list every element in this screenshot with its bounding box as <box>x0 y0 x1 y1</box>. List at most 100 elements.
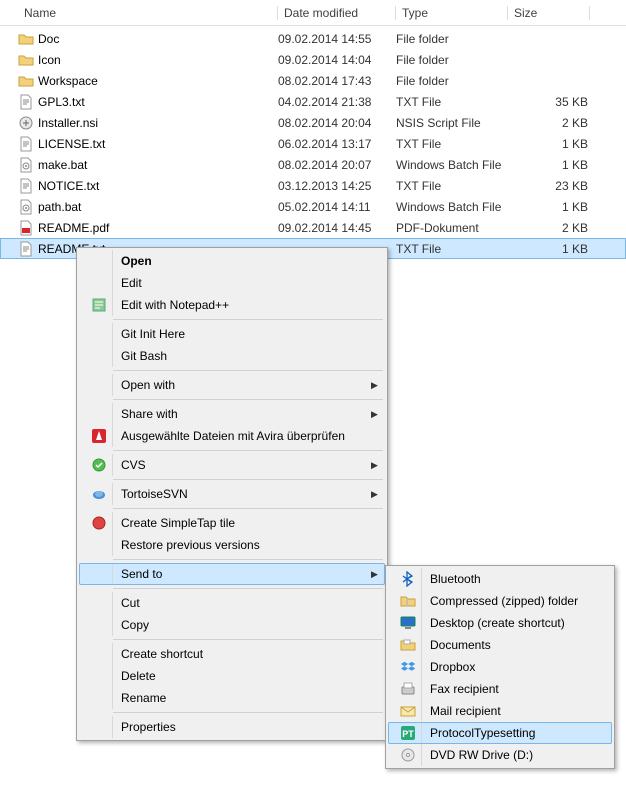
submenu-arrow-icon: ▶ <box>371 380 385 391</box>
file-type: TXT File <box>396 95 508 109</box>
column-header-type[interactable]: Type <box>396 2 508 24</box>
menu-shortcut[interactable]: Create shortcut <box>79 643 385 665</box>
menu-properties[interactable]: Properties <box>79 716 385 738</box>
file-row[interactable]: Doc09.02.2014 14:55File folder <box>0 28 626 49</box>
menu-notepadpp[interactable]: Edit with Notepad++ <box>79 294 385 316</box>
file-date: 09.02.2014 14:55 <box>278 32 396 46</box>
bat-file-icon <box>18 157 34 173</box>
file-name: GPL3.txt <box>38 95 85 109</box>
column-header-name[interactable]: Name <box>18 2 278 24</box>
column-header-row: Name Date modified Type Size <box>0 0 626 26</box>
file-size: 2 KB <box>508 116 588 130</box>
menu-cut[interactable]: Cut <box>79 592 385 614</box>
file-size: 23 KB <box>508 179 588 193</box>
file-row[interactable]: Icon 09.02.2014 14:04File folder <box>0 49 626 70</box>
dvd-icon <box>400 747 416 763</box>
file-row[interactable]: make.bat 08.02.2014 20:07Windows Batch Fi… <box>0 154 626 175</box>
file-row[interactable]: GPL3.txt 04.02.2014 21:38TXT File35 KB <box>0 91 626 112</box>
bluetooth-icon <box>400 571 416 587</box>
submenu-zip[interactable]: Compressed (zipped) folder <box>388 590 612 612</box>
menu-open-with[interactable]: Open with▶ <box>79 374 385 396</box>
submenu-arrow-icon: ▶ <box>371 460 385 471</box>
column-header-date[interactable]: Date modified <box>278 2 396 24</box>
submenu-documents[interactable]: Documents <box>388 634 612 656</box>
file-type: TXT File <box>396 242 508 256</box>
menu-edit[interactable]: Edit <box>79 272 385 294</box>
zip-folder-icon <box>400 593 416 609</box>
cvs-icon <box>91 457 107 473</box>
menu-send-to[interactable]: Send to▶ <box>79 563 385 585</box>
file-row[interactable]: LICENSE.txt 06.02.2014 13:17TXT File1 KB <box>0 133 626 154</box>
file-type: File folder <box>396 53 508 67</box>
file-size: 1 KB <box>508 158 588 172</box>
file-type: Windows Batch File <box>396 158 508 172</box>
submenu-arrow-icon: ▶ <box>371 569 385 580</box>
menu-delete[interactable]: Delete <box>79 665 385 687</box>
file-name: Icon <box>38 53 61 67</box>
column-header-size[interactable]: Size <box>508 2 590 24</box>
file-row[interactable]: NOTICE.txt 03.12.2013 14:25TXT File23 KB <box>0 175 626 196</box>
file-date: 08.02.2014 20:04 <box>278 116 396 130</box>
file-type: File folder <box>396 74 508 88</box>
nsi-file-icon <box>18 115 34 131</box>
menu-simpletap[interactable]: Create SimpleTap tile <box>79 512 385 534</box>
txt-file-icon <box>18 136 34 152</box>
file-date: 09.02.2014 14:04 <box>278 53 396 67</box>
notepadpp-icon <box>91 297 107 313</box>
file-name: LICENSE.txt <box>38 137 105 151</box>
file-type: TXT File <box>396 137 508 151</box>
submenu-dropbox[interactable]: Dropbox <box>388 656 612 678</box>
file-type: NSIS Script File <box>396 116 508 130</box>
file-name: NOTICE.txt <box>38 179 99 193</box>
file-row[interactable]: path.bat 05.02.2014 14:11Windows Batch Fi… <box>0 196 626 217</box>
file-type: PDF-Dokument <box>396 221 508 235</box>
send-to-submenu: Bluetooth Compressed (zipped) folder Des… <box>385 565 615 769</box>
file-name: README.pdf <box>38 221 109 235</box>
txt-file-icon <box>18 178 34 194</box>
pdf-file-icon <box>18 220 34 236</box>
menu-git-init[interactable]: Git Init Here <box>79 323 385 345</box>
folder-icon <box>18 73 34 89</box>
file-type: TXT File <box>396 179 508 193</box>
menu-rename[interactable]: Rename <box>79 687 385 709</box>
submenu-bluetooth[interactable]: Bluetooth <box>388 568 612 590</box>
file-date: 08.02.2014 17:43 <box>278 74 396 88</box>
file-size: 1 KB <box>508 137 588 151</box>
submenu-fax[interactable]: Fax recipient <box>388 678 612 700</box>
submenu-desktop[interactable]: Desktop (create shortcut) <box>388 612 612 634</box>
file-date: 05.02.2014 14:11 <box>278 200 396 214</box>
file-type: Windows Batch File <box>396 200 508 214</box>
menu-open[interactable]: Open <box>79 250 385 272</box>
txt-file-icon <box>18 94 34 110</box>
file-type: File folder <box>396 32 508 46</box>
menu-copy[interactable]: Copy <box>79 614 385 636</box>
documents-icon <box>400 637 416 653</box>
file-size: 2 KB <box>508 221 588 235</box>
file-row[interactable]: Installer.nsi08.02.2014 20:04NSIS Script… <box>0 112 626 133</box>
menu-avira[interactable]: Ausgewählte Dateien mit Avira überprüfen <box>79 425 385 447</box>
file-size: 1 KB <box>508 242 588 256</box>
mail-icon <box>400 703 416 719</box>
menu-restore[interactable]: Restore previous versions <box>79 534 385 556</box>
file-date: 03.12.2013 14:25 <box>278 179 396 193</box>
menu-share-with[interactable]: Share with▶ <box>79 403 385 425</box>
file-date: 04.02.2014 21:38 <box>278 95 396 109</box>
menu-git-bash[interactable]: Git Bash <box>79 345 385 367</box>
submenu-mail[interactable]: Mail recipient <box>388 700 612 722</box>
menu-tortoise[interactable]: TortoiseSVN▶ <box>79 483 385 505</box>
submenu-arrow-icon: ▶ <box>371 489 385 500</box>
tortoise-icon <box>91 486 107 502</box>
file-list: Doc09.02.2014 14:55File folder Icon 09.02.… <box>0 26 626 259</box>
menu-cvs[interactable]: CVS▶ <box>79 454 385 476</box>
file-date: 06.02.2014 13:17 <box>278 137 396 151</box>
submenu-dvd[interactable]: DVD RW Drive (D:) <box>388 744 612 766</box>
file-name: make.bat <box>38 158 87 172</box>
file-date: 08.02.2014 20:07 <box>278 158 396 172</box>
file-size: 35 KB <box>508 95 588 109</box>
file-name: path.bat <box>38 200 81 214</box>
submenu-protocoltypesetting[interactable]: PTProtocolTypesetting <box>388 722 612 744</box>
desktop-icon <box>400 615 416 631</box>
file-row[interactable]: README.pdf09.02.2014 14:45PDF-Dokument2 … <box>0 217 626 238</box>
file-row[interactable]: Workspace08.02.2014 17:43File folder <box>0 70 626 91</box>
bat-file-icon <box>18 199 34 215</box>
